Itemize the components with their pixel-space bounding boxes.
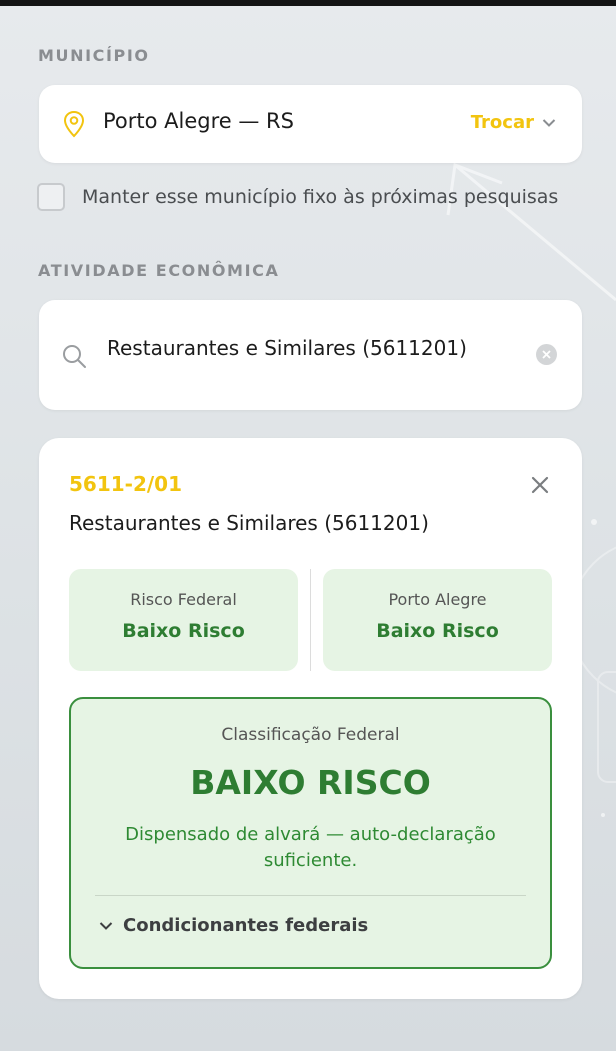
federal-risk-title: Risco Federal: [130, 590, 237, 609]
classification-description: Dispensado de alvará — auto-declaração s…: [125, 824, 496, 871]
chevron-down-icon: [542, 118, 556, 127]
classification-level: BAIXO RISCO: [190, 763, 431, 802]
risk-divider: [310, 569, 311, 671]
municipio-section-label: MUNICÍPIO: [38, 46, 150, 65]
fix-municipio-label[interactable]: Manter esse município fixo às próximas p…: [82, 186, 558, 208]
municipal-risk-value: Baixo Risco: [376, 620, 499, 642]
activity-search-input[interactable]: [107, 336, 517, 360]
location-pin-icon: [63, 110, 85, 138]
municipal-risk-title: Porto Alegre: [388, 590, 487, 609]
change-municipio-label: Trocar: [470, 112, 534, 133]
federal-risk-value: Baixo Risco: [122, 620, 245, 642]
change-municipio-button[interactable]: Trocar: [471, 112, 556, 133]
federal-risk-box: Risco Federal Baixo Risco: [69, 569, 298, 671]
activity-result-card: 5611-2/01 Restaurantes e Similares (5611…: [39, 438, 582, 999]
municipio-card: Porto Alegre — RS Trocar: [39, 85, 582, 163]
atividade-section-label: ATIVIDADE ECONÔMICA: [38, 261, 280, 280]
classification-title: Classificação Federal: [221, 725, 400, 745]
federal-conditions-label: Condicionantes federais: [123, 915, 369, 936]
chevron-down-icon: [99, 921, 113, 930]
classification-divider: [95, 895, 526, 896]
activity-search-card: [39, 300, 582, 410]
activity-name: Restaurantes e Similares (5611201): [69, 511, 429, 535]
close-icon[interactable]: [531, 476, 549, 494]
fix-municipio-row: Manter esse município fixo às próximas p…: [37, 183, 558, 211]
municipal-risk-box: Porto Alegre Baixo Risco: [323, 569, 552, 671]
federal-classification-box: Classificação Federal BAIXO RISCO Dispen…: [69, 697, 552, 969]
fix-municipio-checkbox[interactable]: [37, 183, 65, 211]
search-icon: [63, 345, 86, 368]
municipio-name: Porto Alegre — RS: [103, 109, 294, 133]
clear-icon: [542, 350, 551, 359]
top-bar: [0, 0, 616, 6]
federal-conditions-toggle[interactable]: Condicionantes federais: [99, 915, 368, 936]
activity-code: 5611-2/01: [69, 472, 183, 496]
clear-search-button[interactable]: [536, 344, 557, 365]
